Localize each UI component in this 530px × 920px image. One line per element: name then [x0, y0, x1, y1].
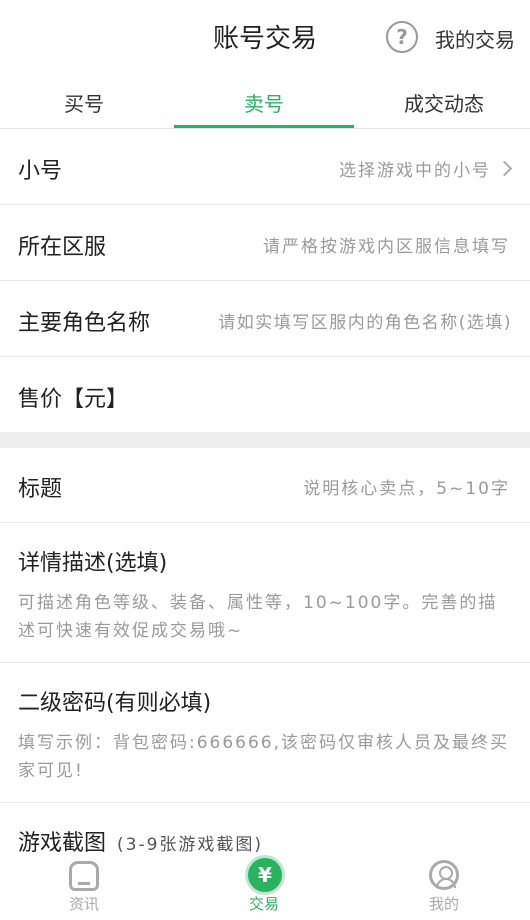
home-icon [69, 861, 99, 891]
user-icon [429, 860, 459, 890]
my-trade-link[interactable]: 我的交易 [435, 24, 515, 53]
header: 账号交易 ? 我的交易 [0, 0, 530, 76]
active-tab-indicator [174, 125, 354, 128]
screenshots-row: 游戏截图 (3-9张游戏截图) [0, 803, 530, 863]
chevron-right-icon [496, 160, 513, 177]
password-label: 二级密码(有则必填) [18, 691, 212, 716]
description-input[interactable]: 可描述角色等级、装备、属性等，10~100字。完善的描述可快速有效促成交易哦~ [18, 589, 512, 645]
role-name-row[interactable]: 主要角色名称 请如实填写区服内的角色名称(选填) [0, 281, 530, 357]
price-label: 售价【元】 [18, 387, 129, 412]
sub-account-label: 小号 [18, 159, 63, 184]
description-label: 详情描述(选填) [18, 551, 168, 576]
tab-bar-top: 买号 卖号 成交动态 [0, 76, 530, 129]
description-row[interactable]: 详情描述(选填) 可描述角色等级、装备、属性等，10~100字。完善的描述可快速… [0, 523, 530, 663]
tab-sell[interactable]: 卖号 [174, 88, 354, 117]
sub-account-row[interactable]: 小号 选择游戏中的小号 [0, 129, 530, 205]
sub-account-hint: 选择游戏中的小号 [339, 156, 513, 181]
tab-deals[interactable]: 成交动态 [354, 88, 530, 117]
server-label: 所在区服 [18, 235, 107, 260]
tabbar-news-label: 资讯 [68, 895, 99, 913]
tab-buy[interactable]: 买号 [0, 88, 174, 117]
section-divider [0, 432, 530, 448]
bottom-tab-bar: 资讯 ¥ 交易 我的 [0, 855, 530, 920]
yen-icon: ¥ [248, 858, 282, 892]
screenshots-hint: (3-9张游戏截图) [117, 835, 264, 855]
tabbar-trade-label: 交易 [248, 895, 279, 913]
tabbar-mine-label: 我的 [428, 895, 459, 913]
title-label: 标题 [18, 477, 63, 502]
role-name-input[interactable]: 请如实填写区服内的角色名称(选填) [218, 308, 512, 333]
role-name-label: 主要角色名称 [18, 311, 151, 336]
screenshots-label: 游戏截图 (3-9张游戏截图) [18, 831, 264, 856]
help-icon[interactable]: ? [386, 21, 418, 53]
price-row[interactable]: 售价【元】 [0, 357, 530, 432]
password-row[interactable]: 二级密码(有则必填) 填写示例：背包密码:666666,该密码仅审核人员及最终买… [0, 663, 530, 803]
server-input[interactable]: 请严格按游戏内区服信息填写 [263, 232, 510, 257]
title-row[interactable]: 标题 说明核心卖点，5~10字 [0, 448, 530, 523]
server-row[interactable]: 所在区服 请严格按游戏内区服信息填写 [0, 205, 530, 281]
password-input[interactable]: 填写示例：背包密码:666666,该密码仅审核人员及最终买家可见! [18, 729, 512, 785]
title-input[interactable]: 说明核心卖点，5~10字 [303, 474, 510, 499]
